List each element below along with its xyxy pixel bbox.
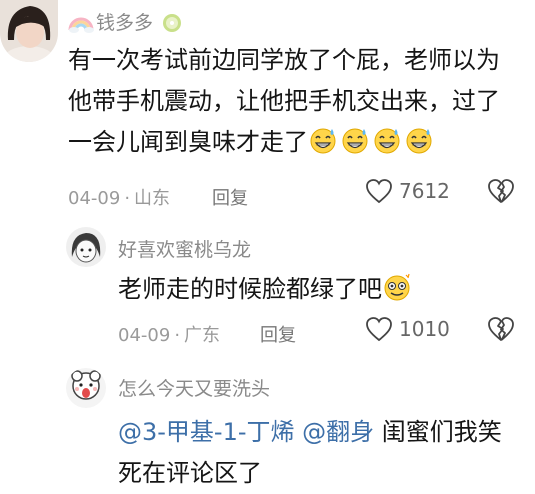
comment-line: 他带手机震动，让他把手机交出来，过了 (68, 87, 500, 115)
separator: · (174, 325, 181, 346)
location: 山东 (134, 188, 171, 209)
like-count: 7612 (399, 179, 450, 203)
avatar[interactable] (0, 0, 58, 62)
date: 04-09 (68, 188, 121, 209)
comment-text: 有一次考试前边同学放了个屁，老师以为 他带手机震动，让他把手机交出来，过了 一会… (68, 40, 528, 168)
dizzy-smile-emoji (382, 272, 412, 315)
username-text: 钱多多 (96, 12, 154, 34)
like-count: 1010 (399, 317, 450, 341)
heart-icon (366, 179, 392, 204)
broken-heart-icon (488, 179, 514, 203)
comment-line: 一会儿闻到臭味才走了 (68, 122, 528, 168)
comment-meta: 04-09 · 山东 (68, 184, 170, 210)
comment-1: 钱多多 有一次考试前边同学放了个屁，老师以为 他带手机震动，让他把手机交出来，过… (0, 0, 535, 225)
reply-button[interactable]: 回复 (212, 184, 248, 210)
grinning-sweat-emoji (308, 125, 338, 168)
username[interactable]: 钱多多 (68, 8, 185, 39)
comment-line: 死在评论区了 (118, 459, 262, 487)
grinning-sweat-emoji (340, 125, 370, 168)
comment-3: 怎么今天又要洗头 @3-甲基-1-丁烯 @翻身 闺蜜们我笑 死在评论区了 (0, 360, 535, 490)
comment-line-text: 闺蜜们我笑 (374, 418, 502, 446)
dislike-button[interactable] (487, 316, 515, 346)
comment-line: 有一次考试前边同学放了个屁，老师以为 (68, 46, 500, 74)
dislike-button[interactable] (487, 178, 515, 208)
reply-button[interactable]: 回复 (260, 321, 296, 347)
comment-line-text: 老师走的时候脸都绿了吧 (118, 275, 382, 303)
like-button[interactable]: 7612 (365, 178, 450, 204)
comment-meta: 04-09 · 广东 (118, 321, 220, 347)
rainbow-icon (68, 12, 94, 39)
like-button[interactable]: 1010 (365, 316, 450, 342)
mention-link[interactable]: @3-甲基-1-丁烯 (118, 418, 295, 446)
comment-text: @3-甲基-1-丁烯 @翻身 闺蜜们我笑 死在评论区了 (118, 412, 528, 494)
broken-heart-icon (488, 317, 514, 341)
comment-line: @3-甲基-1-丁烯 @翻身 闺蜜们我笑 (118, 412, 528, 453)
username[interactable]: 好喜欢蜜桃乌龙 (118, 235, 251, 262)
username[interactable]: 怎么今天又要洗头 (118, 374, 270, 401)
grinning-sweat-emoji-group (308, 128, 436, 156)
comment-text: 老师走的时候脸都绿了吧 (118, 269, 414, 315)
comment-line-text: 一会儿闻到臭味才走了 (68, 128, 308, 156)
separator: · (124, 188, 131, 209)
comment-2: 好喜欢蜜桃乌龙 老师走的时候脸都绿了吧 04-09 · 广东 回复 1010 (0, 225, 535, 350)
heart-icon (366, 317, 392, 342)
grinning-sweat-emoji (372, 125, 402, 168)
grinning-sweat-emoji (404, 125, 434, 168)
mention-link[interactable]: @翻身 (302, 418, 374, 446)
avatar[interactable] (66, 368, 106, 408)
location: 广东 (184, 325, 221, 346)
kiwi-icon (161, 12, 183, 39)
avatar[interactable] (66, 227, 106, 267)
date: 04-09 (118, 325, 171, 346)
